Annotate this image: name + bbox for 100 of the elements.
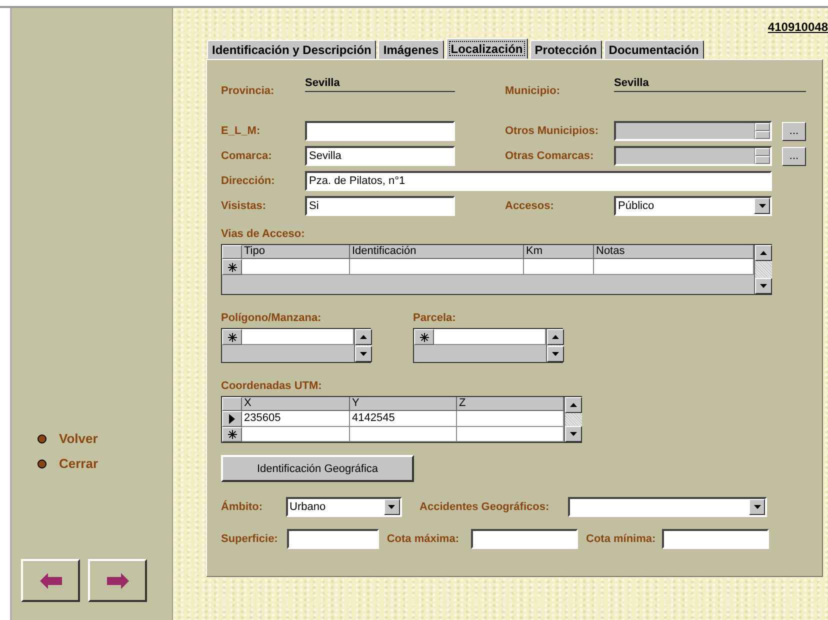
scroll-track[interactable]	[755, 261, 772, 278]
new-record-icon	[420, 332, 428, 342]
text-field[interactable]	[305, 121, 455, 141]
section-label: Polígono/Manzana:	[221, 312, 322, 324]
field-label: E_L_M:	[221, 125, 262, 137]
field-label: Superficie:	[221, 533, 278, 545]
scroll-track[interactable]	[355, 345, 372, 346]
scroll-down-button[interactable]	[565, 426, 582, 442]
scroll-down-button[interactable]	[755, 278, 772, 294]
field-label: Cota mínima:	[586, 533, 656, 545]
text-field[interactable]: Sevilla	[305, 146, 455, 166]
tab[interactable]: Protección	[530, 40, 602, 59]
new-record-icon	[228, 262, 236, 272]
caret-icon	[754, 505, 761, 509]
field-label: Otros Municipios:	[505, 125, 600, 137]
spin-up-button[interactable]	[755, 123, 770, 131]
dropdown-button[interactable]	[384, 499, 400, 515]
bullet-icon	[37, 434, 47, 444]
table-cell[interactable]: 4142545	[350, 411, 457, 427]
field-value: Sevilla	[305, 77, 455, 92]
dropdown-button[interactable]	[754, 198, 770, 214]
up-caret-icon	[570, 403, 577, 407]
scroll-up-button[interactable]	[565, 397, 582, 413]
text-field[interactable]: Pza. de Pilatos, n°1	[305, 171, 772, 191]
column-header: Identificación	[350, 245, 524, 259]
tab[interactable]: Identificación y Descripción	[207, 40, 376, 59]
field-label: Cota máxima:	[386, 533, 459, 545]
row-selector[interactable]	[414, 329, 434, 345]
field-value: Sevilla	[614, 77, 806, 92]
caret-icon	[388, 505, 396, 509]
column-header: Y	[350, 397, 457, 411]
column-header: Km	[524, 245, 594, 259]
scroll-track[interactable]	[547, 345, 564, 346]
sidebar-link[interactable]: Volver	[59, 431, 98, 446]
browse-button[interactable]: ...	[782, 146, 806, 166]
scroll-down-button[interactable]	[547, 346, 564, 362]
section-label: Vias de Acceso:	[221, 228, 306, 240]
dropdown-field[interactable]: Público	[614, 196, 772, 216]
field-label: Dirección:	[221, 175, 276, 187]
dropdown-field[interactable]: Urbano	[286, 497, 402, 517]
geo-identification-button[interactable]: Identificación Geográfica	[221, 455, 414, 482]
table-cell[interactable]	[524, 259, 594, 275]
caret-icon	[360, 352, 367, 356]
scroll-up-button[interactable]	[755, 245, 772, 261]
column-header: X	[242, 397, 350, 411]
field-label: Municipio:	[505, 84, 561, 97]
spin-down-button[interactable]	[755, 156, 770, 164]
spin-up-button[interactable]	[755, 148, 770, 156]
table-cell[interactable]	[242, 259, 350, 275]
record-id: 410910048	[768, 20, 828, 34]
column-header: Z	[457, 397, 564, 411]
section-label: Coordenadas UTM:	[221, 380, 323, 392]
row-selector[interactable]	[222, 427, 242, 442]
browse-button[interactable]: ...	[782, 122, 806, 140]
table-cell[interactable]	[457, 411, 564, 427]
text-field[interactable]: Si	[305, 196, 455, 216]
table-cell[interactable]	[594, 259, 754, 275]
field-label: Visistas:	[221, 200, 268, 212]
bullet-icon	[37, 458, 47, 468]
current-record-icon	[229, 414, 235, 424]
right-arrow-icon	[106, 572, 128, 588]
tab[interactable]: Documentación	[604, 40, 704, 59]
row-selector[interactable]	[222, 411, 242, 427]
table-cell[interactable]	[242, 329, 354, 345]
field-label: Comarca:	[221, 150, 273, 162]
caret-icon	[760, 284, 767, 288]
caret-icon	[552, 352, 559, 356]
scroll-up-button[interactable]	[547, 329, 564, 345]
dropdown-button[interactable]	[749, 499, 766, 515]
text-field[interactable]	[662, 529, 769, 549]
new-record-icon	[228, 430, 236, 439]
left-arrow-icon	[40, 572, 62, 588]
dropdown-field[interactable]	[568, 497, 768, 517]
list-field[interactable]	[614, 146, 772, 166]
table-cell[interactable]	[242, 427, 350, 442]
up-caret-icon	[760, 251, 767, 255]
table-cell[interactable]	[350, 259, 524, 275]
scroll-down-button[interactable]	[355, 346, 372, 362]
column-header: Tipo	[242, 245, 350, 259]
previous-button[interactable]	[21, 559, 80, 602]
text-field[interactable]	[471, 529, 578, 549]
row-selector[interactable]	[222, 329, 242, 345]
field-label: Accesos:	[505, 200, 555, 212]
spin-down-button[interactable]	[755, 131, 770, 139]
caret-icon	[758, 204, 766, 208]
tab[interactable]: Imágenes	[378, 40, 444, 59]
field-label: Otras Comarcas:	[505, 150, 595, 162]
tab[interactable]: Localización	[446, 38, 528, 59]
new-record-icon	[228, 332, 236, 342]
table-cell[interactable]: 235605	[242, 411, 350, 427]
list-field[interactable]	[614, 121, 772, 141]
scroll-up-button[interactable]	[355, 329, 372, 345]
sidebar-link[interactable]: Cerrar	[59, 456, 98, 471]
table-cell[interactable]	[350, 427, 457, 442]
text-field[interactable]	[286, 529, 379, 549]
table-cell[interactable]	[457, 427, 564, 442]
field-label: Ámbito:	[221, 501, 263, 513]
table-cell[interactable]	[434, 329, 546, 345]
next-button[interactable]	[88, 559, 147, 602]
row-selector[interactable]	[222, 259, 242, 275]
